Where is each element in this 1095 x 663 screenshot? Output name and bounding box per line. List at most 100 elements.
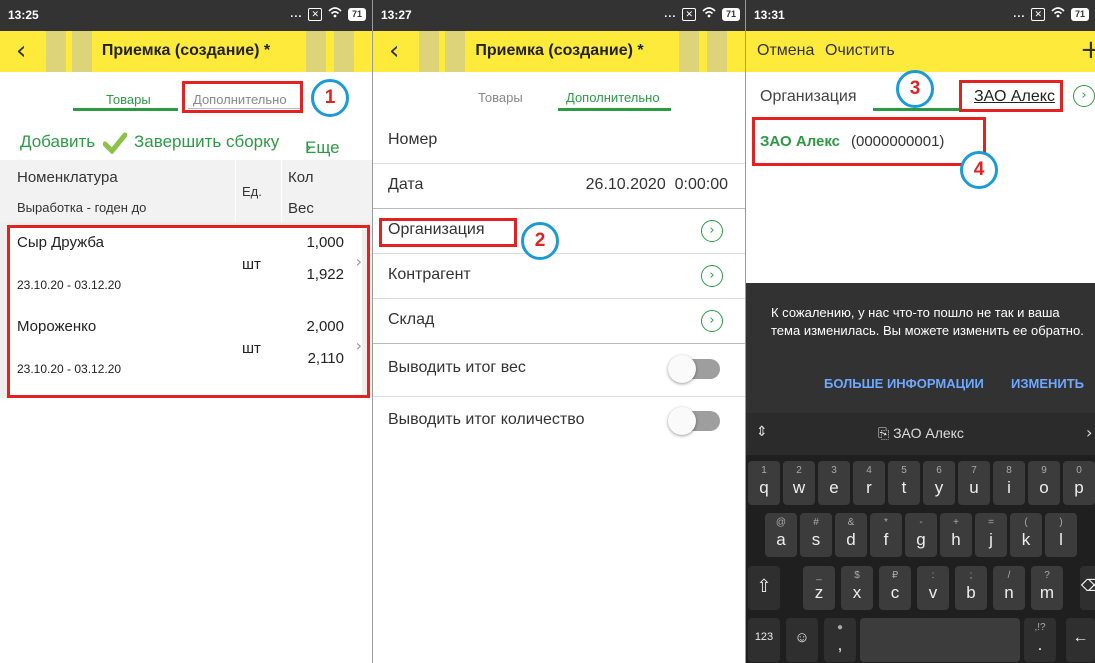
screen-additional: 13:27 ... ✕ 71 ‹ Приемка (создание) * То… [373, 0, 746, 663]
chevron-right-icon: › [355, 252, 362, 271]
cancel-button[interactable]: Отмена [757, 42, 814, 60]
key-d[interactable]: & d [835, 513, 867, 557]
setting-show-weight: Выводить итог вес [373, 347, 746, 397]
key-t[interactable]: 5t [888, 461, 920, 505]
page-title: Приемка (создание) * [101, 42, 271, 59]
wifi-icon [702, 7, 716, 21]
more-dots-icon: ... [664, 8, 677, 20]
key-v[interactable]: :v [917, 566, 949, 610]
key-r[interactable]: 4r [853, 461, 885, 505]
table-header: Номенклатура Выработка - годен до Ед. Ко… [0, 160, 372, 222]
chevron-circle-right-icon[interactable]: › [701, 310, 723, 332]
period-key[interactable]: ,!?. [1024, 618, 1056, 662]
add-icon[interactable]: + [1080, 35, 1095, 65]
app-bar: Отмена Очистить + [746, 31, 1095, 72]
key-n[interactable]: / n [993, 566, 1025, 610]
key-m[interactable]: ? m [1031, 566, 1063, 610]
sim-off-icon: ✕ [308, 7, 322, 21]
field-organization[interactable]: Организация › [373, 209, 746, 254]
field-label: Организация [760, 88, 857, 105]
key-u[interactable]: 7u [958, 461, 990, 505]
chevron-circle-right-icon[interactable]: › [701, 220, 723, 242]
key-e[interactable]: 3e [818, 461, 850, 505]
status-bar: 13:25 ... ✕ 71 [0, 0, 372, 31]
key-p[interactable]: 0p [1063, 461, 1095, 505]
key-h[interactable]: + h [940, 513, 972, 557]
list-item[interactable]: ЗАО Алекс (0000000001) [746, 120, 1095, 164]
key-o[interactable]: 9o [1028, 461, 1060, 505]
key-a[interactable]: @ a [765, 513, 797, 557]
key-b[interactable]: ; b [955, 566, 987, 610]
result-code: (0000000001) [851, 133, 945, 150]
field-counterparty[interactable]: Контрагент › [373, 254, 746, 299]
change-button[interactable]: ИЗМЕНИТЬ [1011, 376, 1084, 391]
tab-goods[interactable]: Товары [106, 92, 151, 107]
enter-key[interactable]: ← [1066, 618, 1095, 662]
screen-organization-select: 13:31 ... ✕ 71 Отмена Очистить + Организ… [746, 0, 1095, 663]
chevron-right-icon[interactable]: › [1086, 423, 1092, 442]
toolbar: Добавить Завершить сборку Еще › [20, 132, 340, 158]
suggestion-bar: ⇕ ⎘ ЗАО Алекс › [746, 413, 1095, 455]
emoji-key[interactable]: ☺ [786, 618, 818, 662]
annotation-badge: 4 [960, 151, 998, 189]
wifi-icon [328, 7, 342, 21]
result-name: ЗАО Алекс [760, 133, 841, 150]
battery-icon: 71 [1070, 7, 1089, 21]
key-z[interactable]: _ z [803, 566, 835, 610]
status-bar: 13:31 ... ✕ 71 [746, 0, 1095, 31]
organization-input[interactable]: ЗАО Алекс [974, 88, 1055, 106]
field-warehouse[interactable]: Склад › [373, 299, 746, 344]
finish-assembly-button[interactable]: Завершить сборку [134, 132, 279, 152]
key-j[interactable]: = j [975, 513, 1007, 557]
add-button[interactable]: Добавить [20, 132, 95, 152]
numbers-key[interactable]: 123 [748, 618, 780, 662]
key-l[interactable]: ) l [1045, 513, 1077, 557]
key-c[interactable]: ₽ c [879, 566, 911, 610]
sim-off-icon: ✕ [682, 7, 696, 21]
key-s[interactable]: # s [800, 513, 832, 557]
tab-additional[interactable]: Дополнительно [566, 90, 660, 105]
backspace-key[interactable]: ⌫ [1080, 566, 1095, 610]
key-k[interactable]: (k [1010, 513, 1042, 557]
chevron-circle-right-icon[interactable]: › [701, 265, 723, 287]
shift-key[interactable]: ⇧ [748, 566, 780, 610]
comma-key[interactable]: ●, [824, 618, 856, 662]
key-f[interactable]: * f [870, 513, 902, 557]
key-y[interactable]: 6y [923, 461, 955, 505]
date-value: 26.10.2020 0:00:00 [585, 176, 728, 193]
clear-button[interactable]: Очистить [825, 42, 895, 60]
app-bar: ‹ Приемка (создание) * [0, 31, 372, 72]
more-info-button[interactable]: БОЛЬШЕ ИНФОРМАЦИИ [824, 376, 984, 391]
key-w[interactable]: 2w [783, 461, 815, 505]
suggestion[interactable]: ⎘ ЗАО Алекс [878, 425, 964, 442]
snackbar: К сожалению, у нас что-то пошло не так и… [746, 283, 1095, 413]
table-row[interactable]: Мороженко шт 2,000 2,110 23.10.20 - 03.1… [10, 312, 362, 396]
field-number[interactable]: Номер [373, 119, 746, 164]
screen-goods: 13:25 ... ✕ 71 ‹ Приемка (создание) * То… [0, 0, 372, 663]
tab-goods[interactable]: Товары [478, 90, 523, 105]
annotation-badge: 3 [896, 70, 934, 108]
chevron-circle-right-icon[interactable]: › [1073, 85, 1095, 107]
app-bar: ‹ Приемка (создание) * [373, 31, 746, 72]
space-key[interactable] [860, 618, 1020, 662]
tab-additional[interactable]: Дополнительно [193, 92, 287, 107]
tab-underline [73, 108, 178, 111]
show-qty-toggle[interactable] [668, 407, 720, 435]
key-q[interactable]: 1q [748, 461, 780, 505]
key-x[interactable]: $ x [841, 566, 873, 610]
mic-icon: ● [836, 622, 844, 633]
expand-icon[interactable]: ⇕ [756, 424, 768, 440]
table-row[interactable]: Сыр Дружба шт 1,000 1,922 23.10.20 - 03.… [10, 228, 362, 312]
col-qty: Кол [288, 169, 314, 186]
field-date[interactable]: Дата 26.10.2020 0:00:00 [373, 164, 746, 209]
chevron-right-icon: › [305, 138, 312, 158]
col-nomenclature: Номенклатура [17, 169, 118, 186]
col-unit: Ед. [242, 184, 262, 199]
tab-underline [558, 108, 671, 111]
wifi-icon [1051, 7, 1065, 21]
key-i[interactable]: 8i [993, 461, 1025, 505]
show-weight-toggle[interactable] [668, 355, 720, 383]
annotation-badge: 1 [311, 79, 349, 117]
key-g[interactable]: -g [905, 513, 937, 557]
page-title: Приемка (создание) * [475, 42, 644, 59]
